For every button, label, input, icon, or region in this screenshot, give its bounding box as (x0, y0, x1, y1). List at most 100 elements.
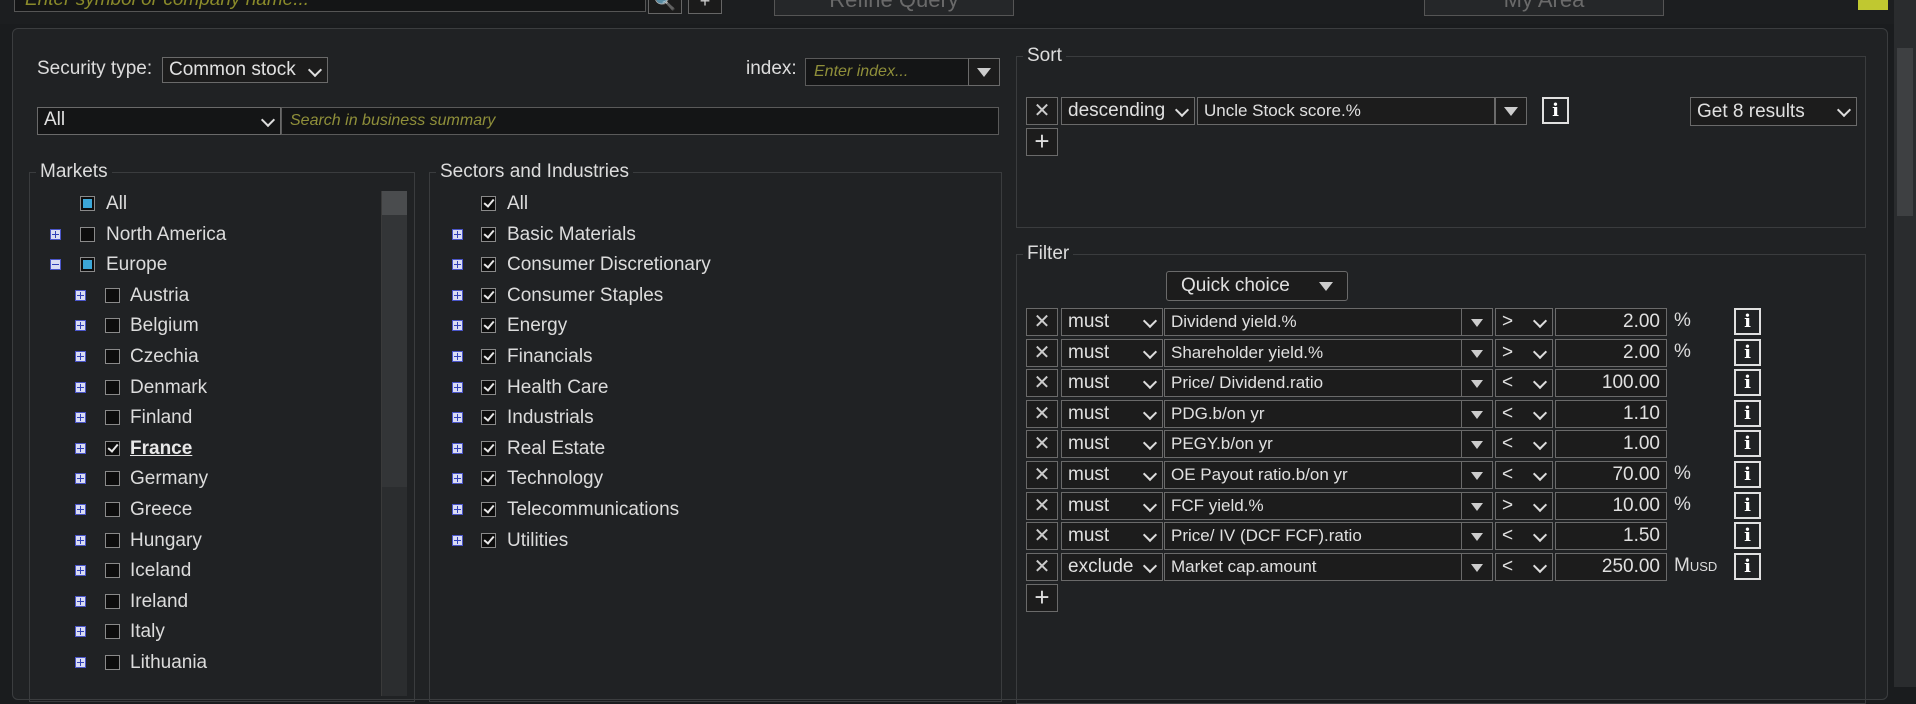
filter-info-icon[interactable]: i (1734, 338, 1761, 366)
add-filter-button[interactable]: + (1026, 584, 1058, 612)
sector-item[interactable]: Telecommunications (0, 495, 990, 525)
my-area-button[interactable]: My Area (1424, 0, 1664, 16)
sector-item[interactable]: Basic Materials (0, 220, 990, 250)
filter-operator-select[interactable]: > (1495, 338, 1553, 367)
filter-field-dropdown[interactable] (1461, 552, 1493, 581)
filter-mode-select[interactable]: must (1061, 491, 1163, 520)
sector-checkbox[interactable] (481, 379, 496, 395)
filter-field-dropdown[interactable] (1461, 399, 1493, 428)
expand-icon[interactable] (452, 381, 463, 393)
filter-field-input[interactable]: Shareholder yield.% (1164, 338, 1462, 367)
filter-field-dropdown[interactable] (1461, 338, 1493, 367)
filter-info-icon[interactable]: i (1734, 522, 1761, 550)
filter-value-input[interactable]: 1.00 (1555, 430, 1667, 459)
sort-field-dropdown[interactable] (1495, 97, 1527, 125)
filter-mode-select[interactable]: must (1061, 522, 1163, 551)
filter-field-input[interactable]: PDG.b/on yr (1164, 399, 1462, 428)
quick-choice-button[interactable]: Quick choice (1166, 271, 1348, 301)
filter-value-input[interactable]: 1.10 (1555, 399, 1667, 428)
filter-operator-select[interactable]: > (1495, 491, 1553, 520)
remove-filter-button[interactable]: ✕ (1026, 461, 1058, 489)
filter-field-input[interactable]: Market cap.amount (1164, 552, 1462, 581)
sector-item[interactable]: Consumer Staples (0, 281, 990, 311)
market-checkbox[interactable] (105, 563, 120, 579)
sector-item[interactable]: Energy (0, 311, 990, 341)
remove-filter-button[interactable]: ✕ (1026, 430, 1058, 459)
filter-mode-select[interactable]: must (1061, 369, 1163, 398)
sector-checkbox[interactable] (481, 287, 496, 303)
remove-filter-button[interactable]: ✕ (1026, 369, 1058, 398)
filter-mode-select[interactable]: must (1061, 461, 1163, 489)
sector-checkbox[interactable] (481, 410, 496, 426)
filter-info-icon[interactable]: i (1734, 399, 1761, 427)
expand-icon[interactable] (452, 320, 463, 332)
sector-item[interactable]: Technology (0, 464, 990, 494)
filter-field-input[interactable]: OE Payout ratio.b/on yr (1164, 461, 1462, 489)
expand-icon[interactable] (452, 534, 463, 546)
market-item[interactable]: Ireland (0, 587, 380, 617)
filter-field-input[interactable]: Price/ Dividend.ratio (1164, 369, 1462, 398)
market-item[interactable]: Italy (0, 617, 380, 647)
market-checkbox[interactable] (105, 624, 120, 640)
expand-icon[interactable] (452, 259, 463, 271)
filter-info-icon[interactable]: i (1734, 430, 1761, 458)
symbol-search-button[interactable]: 🔍 (648, 0, 682, 14)
sector-item[interactable]: Real Estate (0, 434, 990, 464)
page-scrollbar-thumb[interactable] (1897, 48, 1913, 216)
filter-operator-select[interactable]: < (1495, 369, 1553, 398)
sector-checkbox[interactable] (481, 502, 496, 517)
security-type-select[interactable]: Common stock (162, 57, 328, 83)
page-scrollbar[interactable] (1894, 0, 1916, 687)
filter-mode-select[interactable]: must (1061, 399, 1163, 428)
expand-icon[interactable] (452, 412, 463, 424)
filter-field-dropdown[interactable] (1461, 522, 1493, 551)
symbol-search-input[interactable]: Enter symbol or company name... (14, 0, 646, 12)
filter-mode-select[interactable]: exclude (1061, 552, 1163, 581)
filter-value-input[interactable]: 250.00 (1555, 552, 1667, 581)
sector-checkbox[interactable] (481, 226, 496, 242)
filter-mode-select[interactable]: must (1061, 430, 1163, 459)
remove-filter-button[interactable]: ✕ (1026, 399, 1058, 428)
sector-checkbox[interactable] (481, 471, 496, 487)
add-symbol-button[interactable]: + (688, 0, 722, 14)
expand-icon[interactable] (75, 657, 86, 668)
summary-scope-select[interactable]: All (37, 107, 281, 135)
remove-filter-button[interactable]: ✕ (1026, 522, 1058, 551)
expand-icon[interactable] (75, 595, 86, 607)
filter-value-input[interactable]: 2.00 (1555, 308, 1667, 336)
business-summary-search-input[interactable]: Search in business summary (281, 107, 999, 135)
filter-info-icon[interactable]: i (1734, 308, 1761, 335)
user-avatar-icon[interactable] (1858, 0, 1888, 10)
market-checkbox[interactable] (105, 593, 120, 609)
remove-filter-button[interactable]: ✕ (1026, 308, 1058, 336)
expand-icon[interactable] (452, 289, 463, 301)
remove-filter-button[interactable]: ✕ (1026, 338, 1058, 367)
filter-field-dropdown[interactable] (1461, 430, 1493, 459)
sector-item[interactable]: Financials (0, 342, 990, 372)
filter-field-dropdown[interactable] (1461, 461, 1493, 489)
sector-item[interactable]: Consumer Discretionary (0, 250, 990, 280)
sector-checkbox[interactable] (481, 257, 496, 273)
expand-icon[interactable] (75, 626, 86, 638)
filter-operator-select[interactable]: < (1495, 399, 1553, 428)
filter-value-input[interactable]: 10.00 (1555, 491, 1667, 520)
filter-mode-select[interactable]: must (1061, 338, 1163, 367)
filter-field-dropdown[interactable] (1461, 369, 1493, 398)
filter-value-input[interactable]: 70.00 (1555, 461, 1667, 489)
filter-info-icon[interactable]: i (1734, 369, 1761, 397)
sort-field-input[interactable]: Uncle Stock score.% (1197, 97, 1495, 125)
sector-checkbox[interactable] (481, 196, 496, 211)
filter-mode-select[interactable]: must (1061, 308, 1163, 336)
index-dropdown-button[interactable] (968, 58, 1000, 86)
filter-value-input[interactable]: 100.00 (1555, 369, 1667, 398)
filter-operator-select[interactable]: < (1495, 461, 1553, 489)
expand-icon[interactable] (75, 565, 86, 577)
add-sort-button[interactable]: + (1026, 128, 1058, 156)
sort-info-icon[interactable]: i (1542, 97, 1569, 124)
filter-operator-select[interactable]: > (1495, 308, 1553, 336)
refine-query-button[interactable]: Refine Query (774, 0, 1014, 16)
filter-value-input[interactable]: 1.50 (1555, 522, 1667, 551)
filter-info-icon[interactable]: i (1734, 491, 1761, 519)
expand-icon[interactable] (452, 504, 463, 515)
filter-field-dropdown[interactable] (1461, 308, 1493, 336)
